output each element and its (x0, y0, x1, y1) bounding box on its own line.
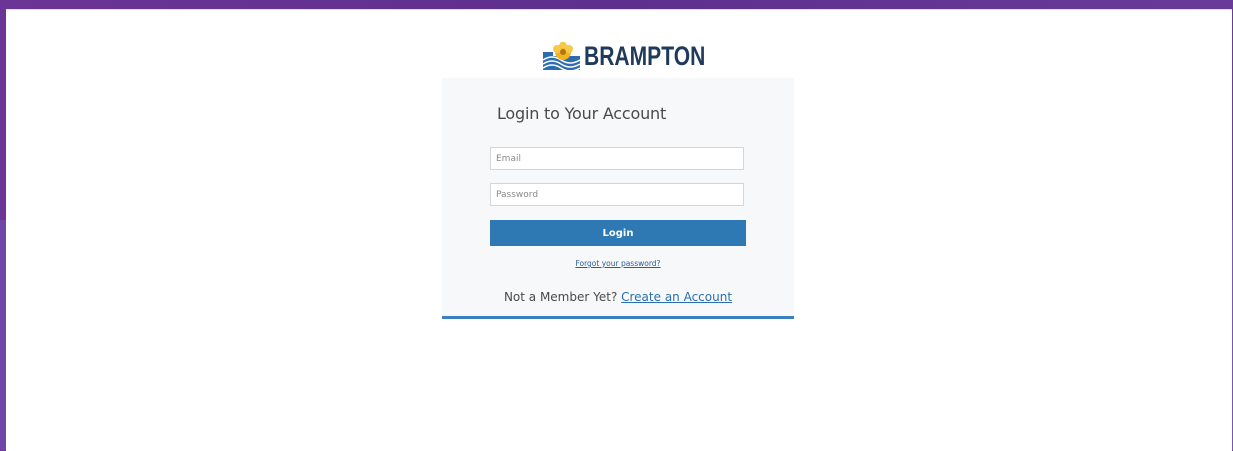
forgot-password-link[interactable]: Forgot your password? (575, 259, 660, 268)
brampton-flower-icon (543, 42, 580, 70)
password-input[interactable] (490, 183, 744, 206)
login-title: Login to Your Account (497, 104, 667, 123)
login-card: Login to Your Account Login Forgot your … (442, 78, 794, 319)
login-button[interactable]: Login (490, 220, 746, 246)
page-frame: BRAMPTON Login to Your Account Login For… (6, 9, 1232, 451)
forgot-password-container: Forgot your password? (442, 259, 794, 268)
create-account-link[interactable]: Create an Account (621, 290, 732, 304)
brampton-logo: BRAMPTON (543, 37, 740, 75)
signup-row: Not a Member Yet? Create an Account (442, 290, 794, 304)
brand-name: BRAMPTON (584, 40, 706, 71)
signup-prompt: Not a Member Yet? (503, 290, 622, 304)
email-input[interactable] (490, 147, 744, 170)
